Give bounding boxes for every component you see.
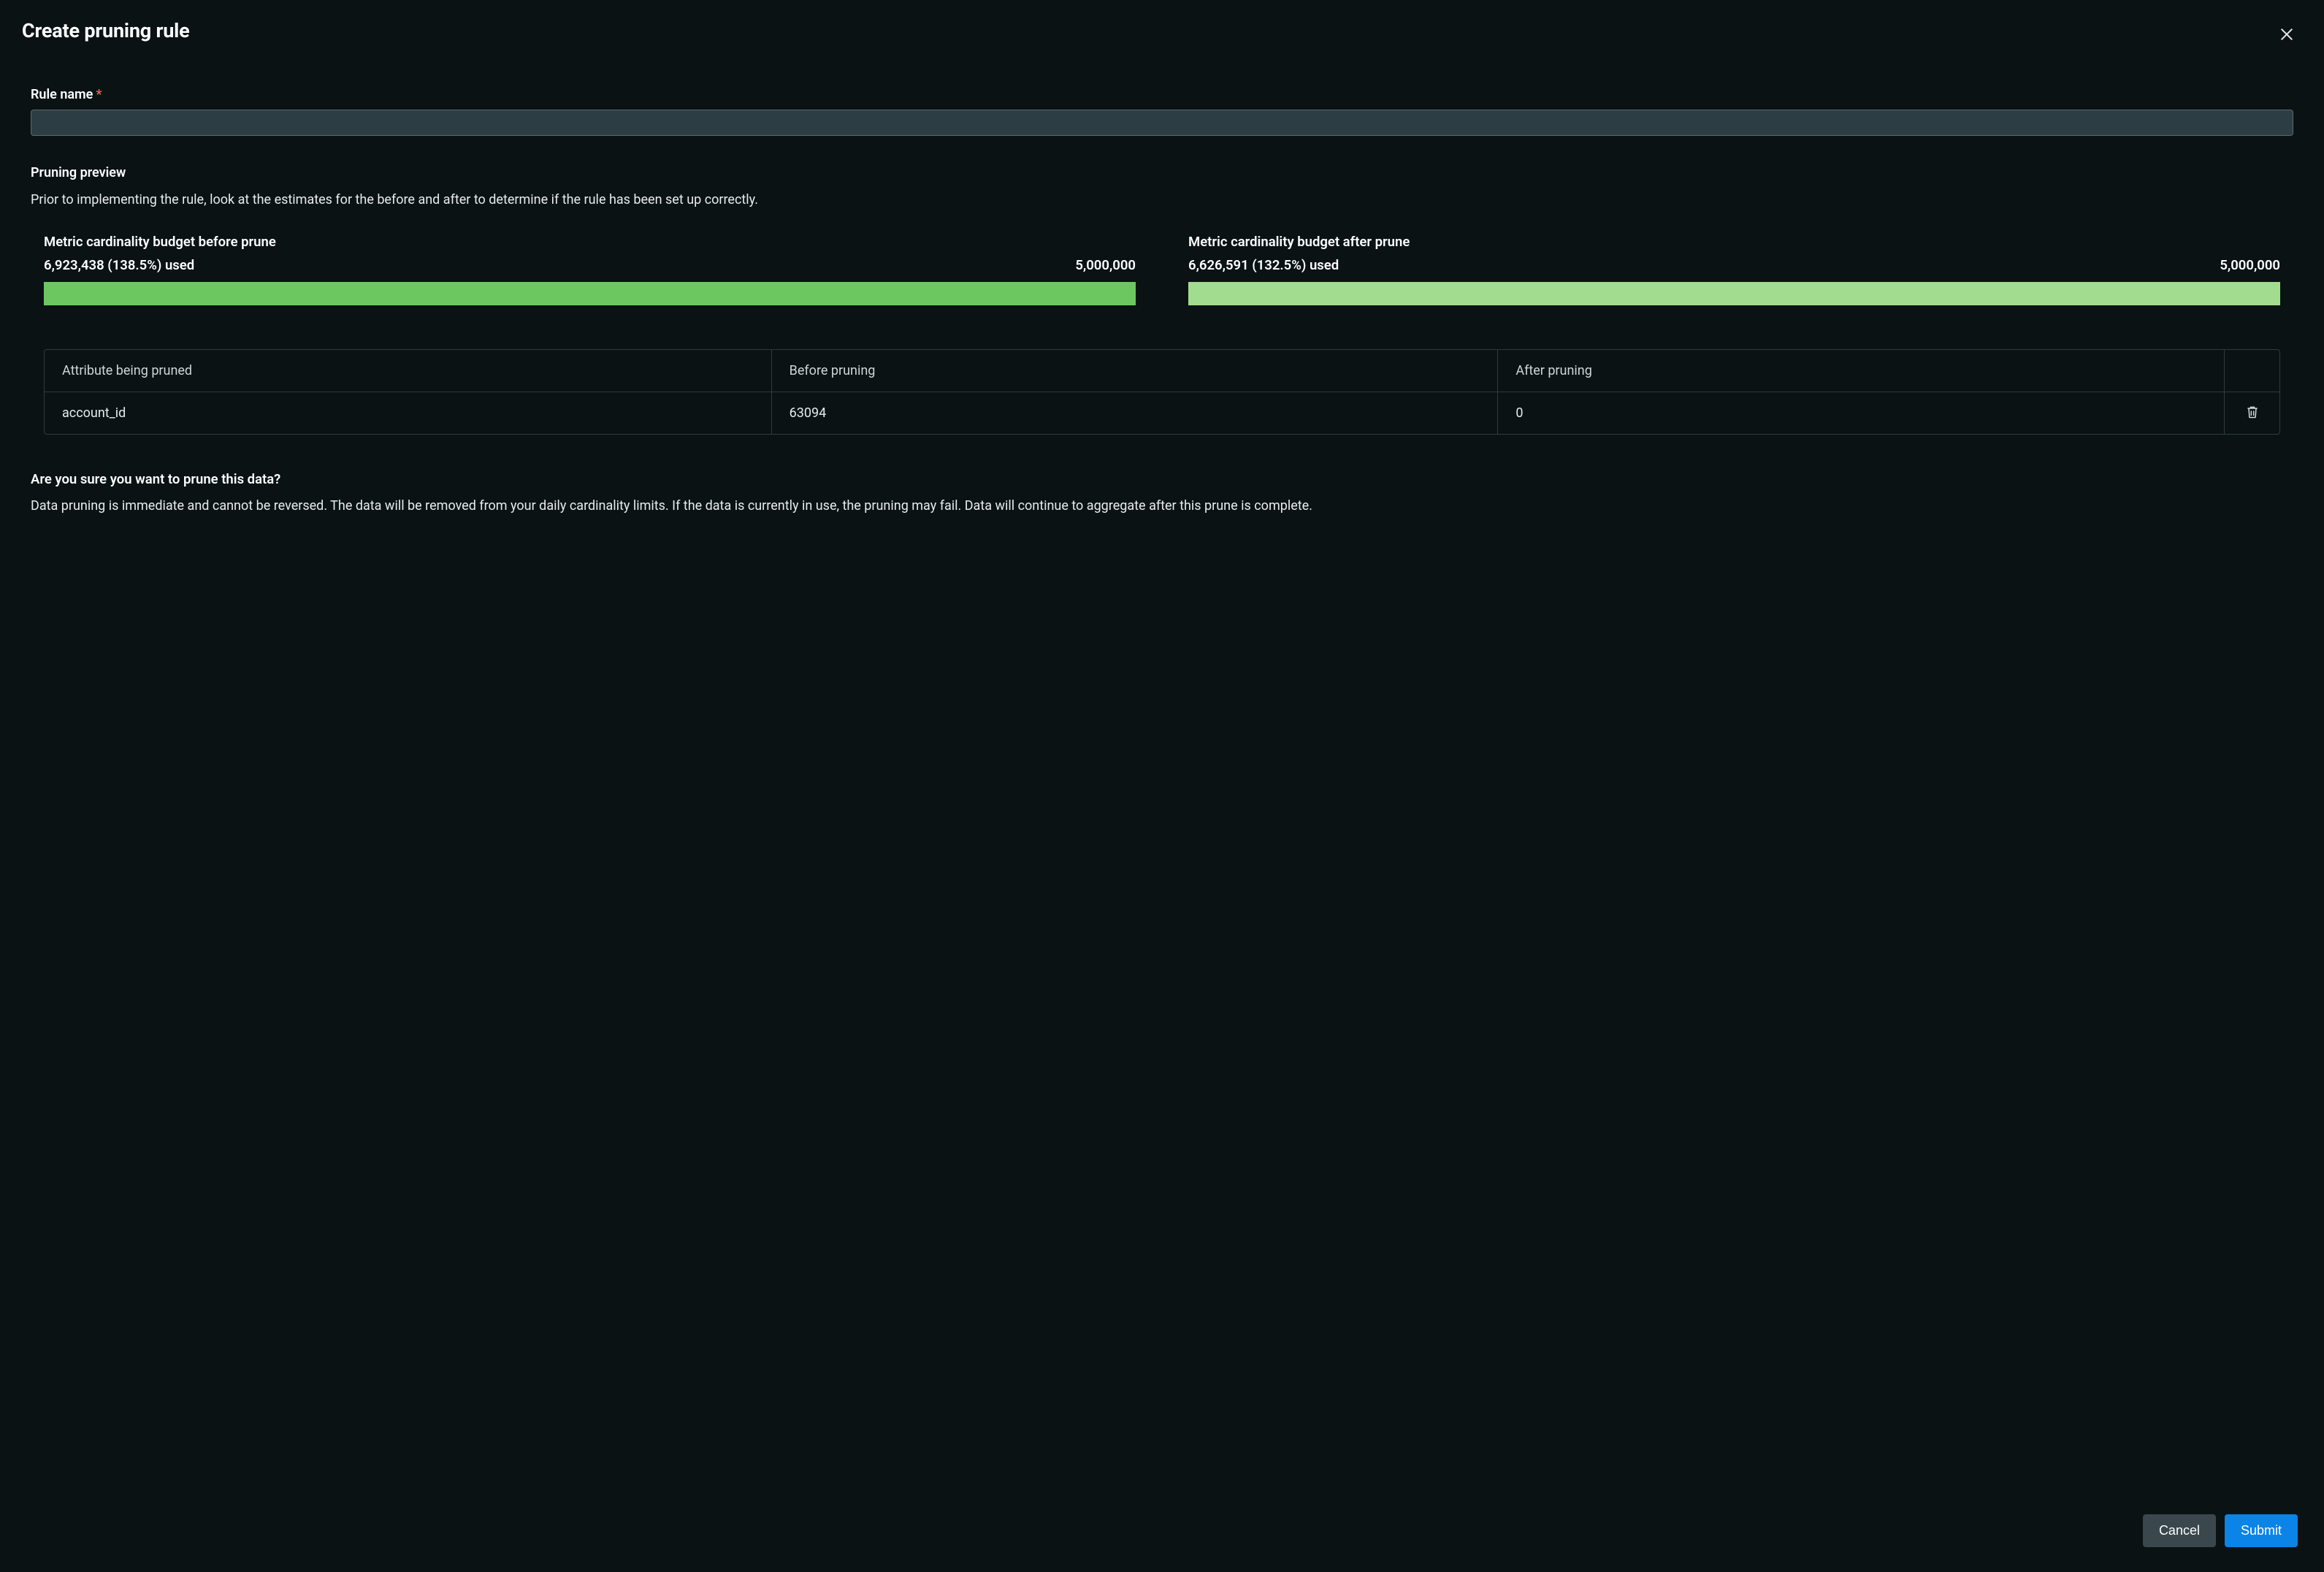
confirmation-heading: Are you sure you want to prune this data…: [31, 471, 2293, 487]
cell-after: 0: [1497, 392, 2224, 434]
rule-name-label-text: Rule name: [31, 87, 93, 102]
budget-after-bar: [1188, 282, 2280, 305]
budget-after-card: Metric cardinality budget after prune 6,…: [1188, 234, 2280, 305]
modal-footer: Cancel Submit: [22, 1514, 2302, 1550]
cell-actions: [2224, 392, 2279, 434]
close-icon: [2279, 26, 2295, 45]
pruning-preview-description: Prior to implementing the rule, look at …: [31, 191, 2293, 209]
confirmation-section: Are you sure you want to prune this data…: [31, 471, 2293, 515]
rule-name-input[interactable]: [31, 110, 2293, 136]
budget-before-limit: 5,000,000: [1075, 257, 1136, 273]
budget-after-values: 6,626,591 (132.5%) used 5,000,000: [1188, 257, 2280, 273]
budget-after-limit: 5,000,000: [2220, 257, 2280, 273]
modal-header: Create pruning rule: [22, 19, 2302, 49]
modal-title: Create pruning rule: [22, 19, 189, 42]
required-indicator: *: [96, 87, 102, 102]
budget-after-used: 6,626,591 (132.5%) used: [1188, 257, 1339, 273]
attribute-table-header: Attribute being pruned Before pruning Af…: [45, 350, 2279, 392]
budget-before-bar: [44, 282, 1136, 305]
budget-cards: Metric cardinality budget before prune 6…: [44, 234, 2280, 305]
budget-after-title: Metric cardinality budget after prune: [1188, 234, 2280, 250]
cell-attribute: account_id: [45, 392, 771, 434]
trash-icon: [2245, 404, 2260, 422]
col-actions: [2224, 350, 2279, 392]
col-before: Before pruning: [771, 350, 1498, 392]
confirmation-body: Data pruning is immediate and cannot be …: [31, 497, 2293, 515]
rule-name-field: Rule name *: [31, 87, 2293, 136]
budget-before-values: 6,923,438 (138.5%) used 5,000,000: [44, 257, 1136, 273]
cell-before: 63094: [771, 392, 1498, 434]
pruning-preview-section: Pruning preview Prior to implementing th…: [31, 165, 2293, 209]
table-row: account_id 63094 0: [45, 392, 2279, 434]
create-pruning-rule-modal: Create pruning rule Rule name * Pruning …: [0, 0, 2324, 1572]
attribute-table: Attribute being pruned Before pruning Af…: [44, 349, 2280, 435]
budget-before-used: 6,923,438 (138.5%) used: [44, 257, 194, 273]
rule-name-label: Rule name *: [31, 87, 2293, 102]
delete-row-button[interactable]: [2225, 392, 2279, 434]
pruning-preview-heading: Pruning preview: [31, 165, 2293, 180]
close-button[interactable]: [2274, 22, 2299, 49]
col-attribute: Attribute being pruned: [45, 350, 771, 392]
col-after: After pruning: [1497, 350, 2224, 392]
budget-before-card: Metric cardinality budget before prune 6…: [44, 234, 1136, 305]
budget-before-title: Metric cardinality budget before prune: [44, 234, 1136, 250]
cancel-button[interactable]: Cancel: [2143, 1514, 2216, 1547]
submit-button[interactable]: Submit: [2225, 1514, 2298, 1547]
